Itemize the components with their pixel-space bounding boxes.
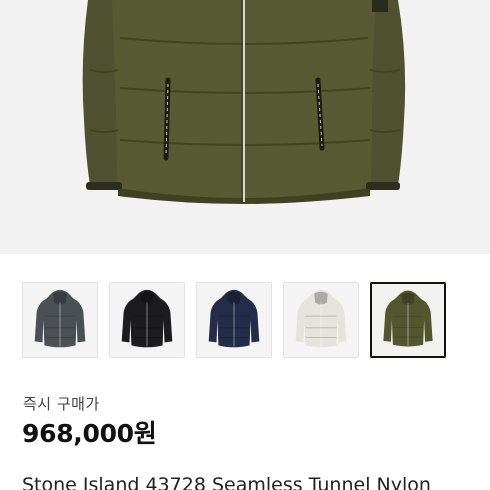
jacket-thumbnail-icon	[383, 290, 433, 347]
color-thumbnail-olive[interactable]	[370, 282, 446, 358]
product-title: Stone Island 43728 Seamless Tunnel Nylon	[22, 474, 431, 490]
color-thumbnail-off-white[interactable]	[283, 282, 359, 358]
color-thumbnail-list	[0, 282, 490, 360]
jacket-thumbnail-icon	[121, 289, 173, 348]
jacket-thumbnail-icon	[208, 289, 260, 348]
buy-now-price-label: 즉시 구매가	[23, 395, 100, 413]
jacket-thumbnail-icon	[295, 289, 347, 348]
buy-now-price: 968,000원	[22, 419, 157, 448]
jacket-thumbnail-icon	[34, 289, 86, 348]
jacket-illustration	[82, 0, 406, 204]
product-hero-image[interactable]	[0, 0, 490, 254]
color-thumbnail-charcoal[interactable]	[22, 282, 98, 358]
color-thumbnail-black[interactable]	[109, 282, 185, 358]
color-thumbnail-navy[interactable]	[196, 282, 272, 358]
